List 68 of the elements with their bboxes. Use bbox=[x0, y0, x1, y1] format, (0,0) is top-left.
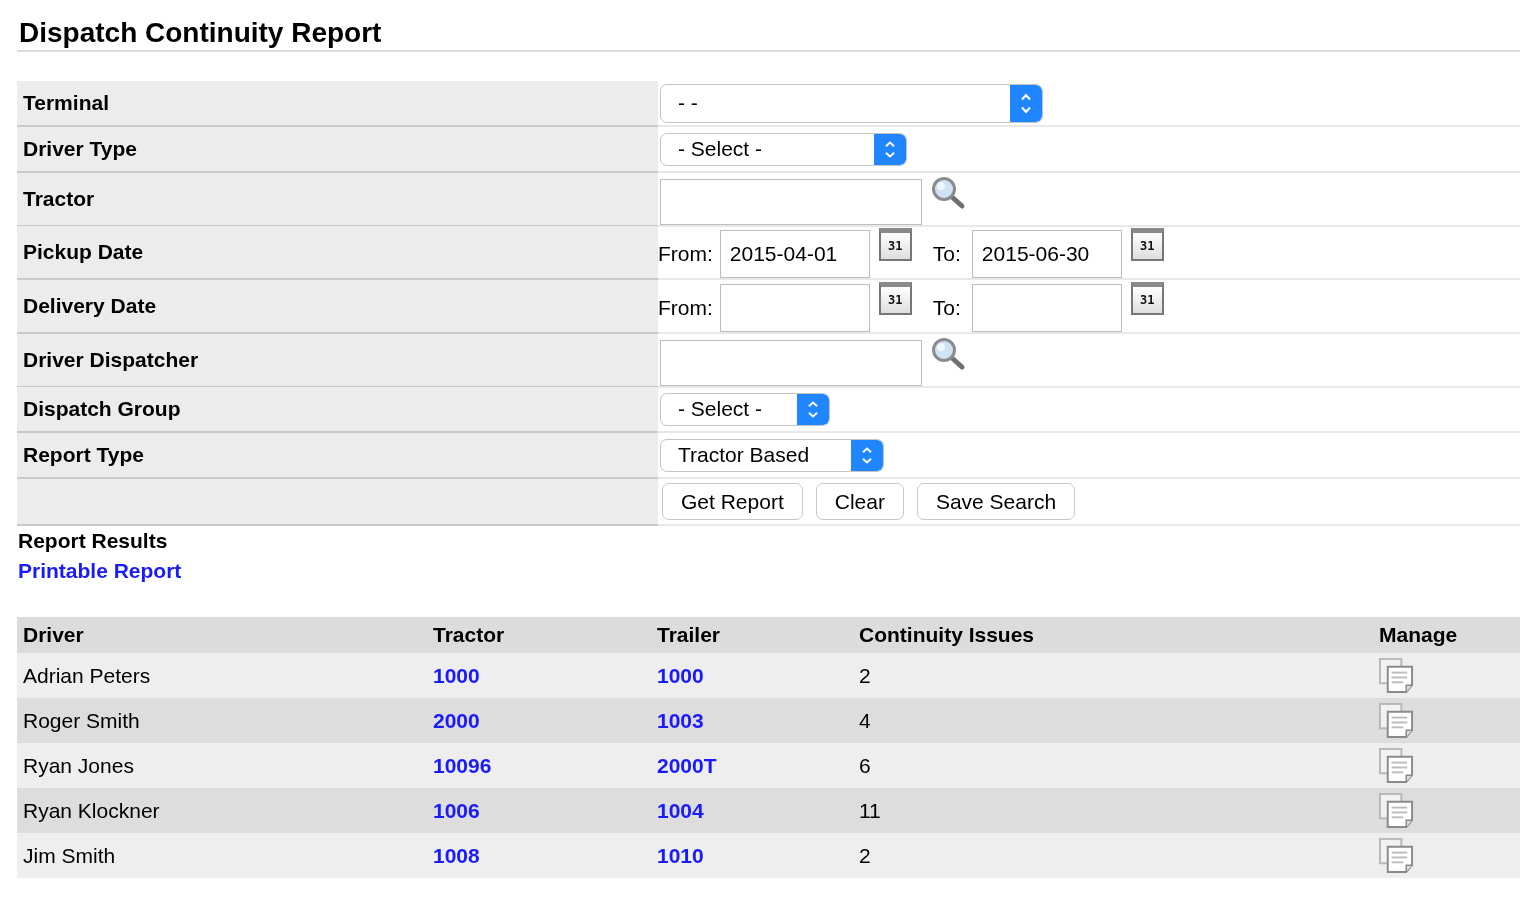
issue-count: 2 bbox=[859, 843, 871, 868]
from-label: From: bbox=[658, 241, 713, 267]
section-title: Report Results bbox=[18, 528, 168, 554]
search-icon[interactable] bbox=[930, 337, 966, 371]
calendar-button[interactable]: 31 bbox=[1130, 282, 1164, 315]
date-input[interactable]: 2015-06-30 bbox=[971, 230, 1122, 278]
action-button[interactable]: Get Report bbox=[662, 483, 803, 520]
column-header: Continuity Issues bbox=[859, 623, 1035, 647]
issue-count: 4 bbox=[859, 708, 871, 733]
calendar-button[interactable]: 31 bbox=[878, 282, 912, 315]
copy-icon[interactable] bbox=[1379, 658, 1414, 693]
copy-icon[interactable] bbox=[1379, 793, 1414, 828]
field-label: Driver Dispatcher bbox=[23, 348, 199, 372]
date-input[interactable] bbox=[719, 284, 870, 332]
chevron-up-down-icon bbox=[1010, 84, 1042, 122]
calendar-button[interactable]: 31 bbox=[878, 228, 912, 261]
tractor-link[interactable]: 10096 bbox=[433, 753, 492, 778]
column-header: Tractor bbox=[433, 623, 505, 647]
tractor-link[interactable]: 1006 bbox=[433, 798, 480, 823]
trailer-link[interactable]: 2000T bbox=[657, 753, 717, 778]
field-label: Driver Type bbox=[23, 137, 137, 161]
driver-name: Roger Smith bbox=[23, 708, 140, 733]
issue-count: 11 bbox=[859, 798, 881, 823]
dropdown[interactable]: Tractor Based bbox=[660, 438, 884, 472]
copy-icon[interactable] bbox=[1379, 748, 1414, 783]
date-input[interactable] bbox=[971, 284, 1122, 332]
driver-name: Jim Smith bbox=[23, 843, 116, 868]
chevron-up-down-icon bbox=[797, 393, 829, 425]
search-icon[interactable] bbox=[930, 176, 966, 210]
text-input[interactable] bbox=[660, 179, 922, 225]
field-label: Pickup Date bbox=[23, 240, 144, 264]
field-label: Delivery Date bbox=[23, 294, 157, 318]
field-label: Terminal bbox=[23, 91, 109, 115]
trailer-link[interactable]: 1004 bbox=[657, 798, 704, 823]
copy-icon[interactable] bbox=[1379, 838, 1414, 873]
tractor-link[interactable]: 1008 bbox=[433, 843, 480, 868]
field-label: Tractor bbox=[23, 187, 95, 211]
to-label: To: bbox=[932, 295, 961, 321]
to-label: To: bbox=[932, 241, 961, 267]
action-button[interactable]: Clear bbox=[815, 483, 904, 520]
column-header: Manage bbox=[1379, 623, 1458, 647]
driver-name: Ryan Jones bbox=[23, 753, 134, 778]
driver-name: Adrian Peters bbox=[23, 663, 151, 688]
issue-count: 2 bbox=[859, 663, 871, 688]
printable-report-link[interactable]: Printable Report bbox=[18, 559, 182, 582]
dropdown[interactable]: - Select - bbox=[660, 132, 907, 166]
driver-name: Ryan Klockner bbox=[23, 798, 160, 823]
page-title: Dispatch Continuity Report bbox=[19, 16, 382, 50]
date-input[interactable]: 2015-04-01 bbox=[719, 230, 870, 278]
trailer-link[interactable]: 1000 bbox=[657, 663, 704, 688]
dropdown[interactable]: - - bbox=[660, 83, 1043, 123]
field-label: Dispatch Group bbox=[23, 397, 181, 421]
chevron-up-down-icon bbox=[874, 133, 906, 165]
action-button[interactable]: Save Search bbox=[916, 483, 1076, 520]
from-label: From: bbox=[658, 295, 713, 321]
tractor-link[interactable]: 2000 bbox=[433, 708, 480, 733]
column-header: Trailer bbox=[657, 623, 721, 647]
tractor-link[interactable]: 1000 bbox=[433, 663, 480, 688]
issue-count: 6 bbox=[859, 753, 871, 778]
field-label: Report Type bbox=[23, 443, 144, 467]
column-header: Driver bbox=[23, 623, 84, 647]
trailer-link[interactable]: 1003 bbox=[657, 708, 704, 733]
text-input[interactable] bbox=[660, 340, 922, 386]
chevron-up-down-icon bbox=[851, 439, 883, 471]
calendar-button[interactable]: 31 bbox=[1130, 228, 1164, 261]
copy-icon[interactable] bbox=[1379, 703, 1414, 738]
trailer-link[interactable]: 1010 bbox=[657, 843, 704, 868]
dropdown[interactable]: - Select - bbox=[660, 392, 830, 426]
